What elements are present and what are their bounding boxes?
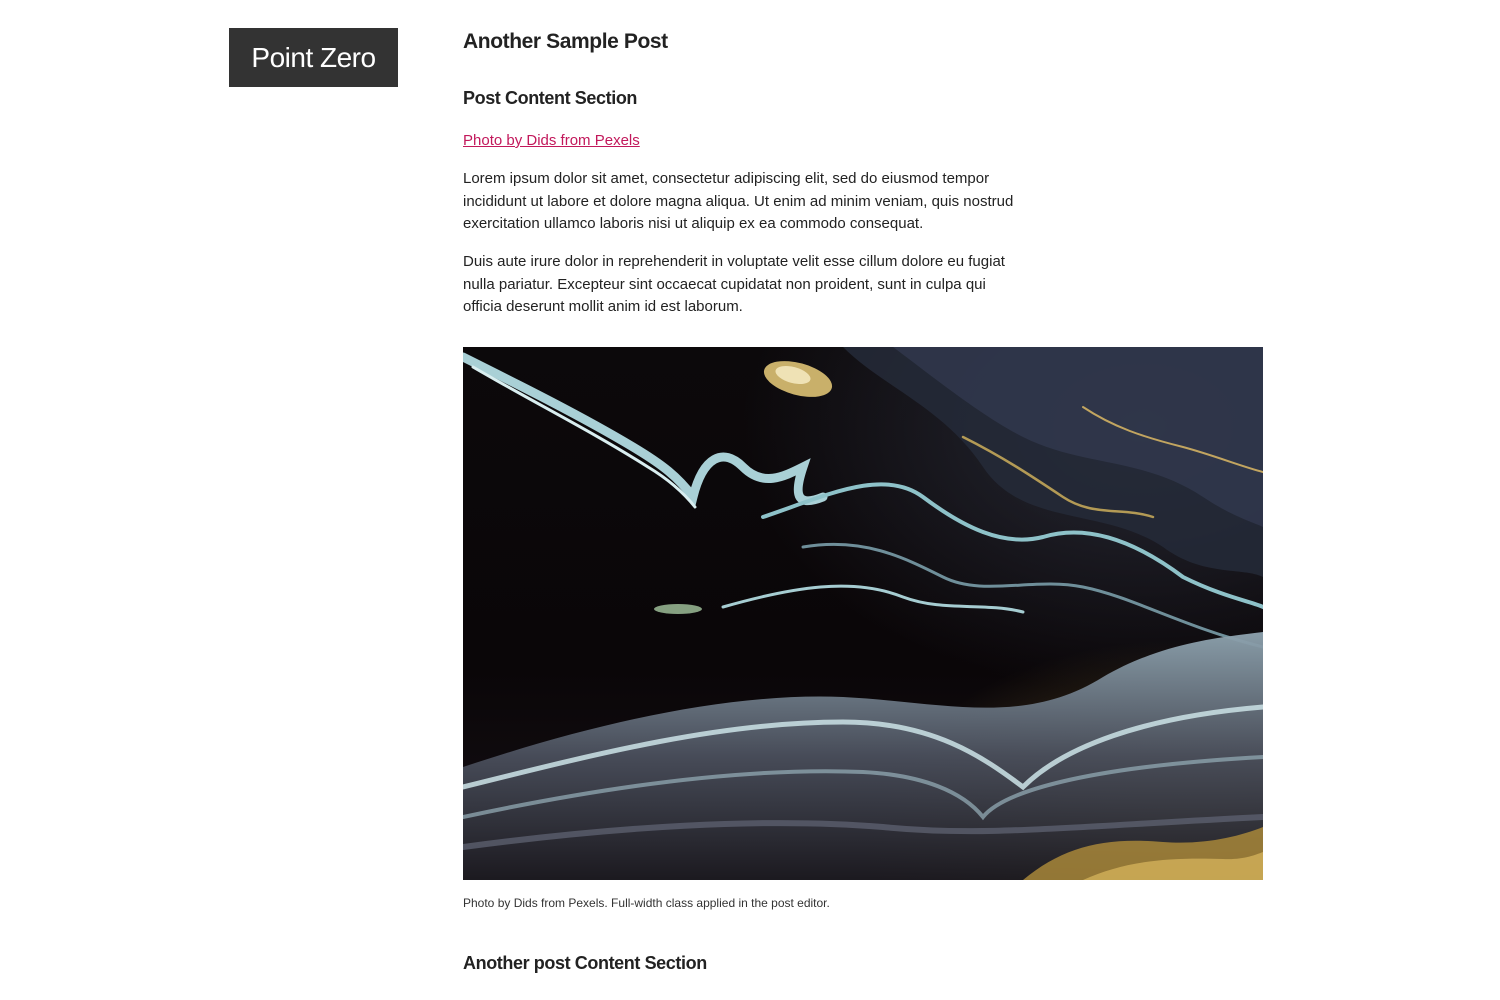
paragraph: Lorem ipsum dolor sit amet, consectetur …: [463, 170, 1014, 232]
paragraph: Duis aute irure dolor in reprehenderit i…: [463, 253, 1005, 315]
abstract-fluid-art-image: [463, 347, 1263, 880]
featured-image: [463, 347, 1263, 880]
post-title: Another Sample Post: [463, 30, 668, 53]
site-logo[interactable]: Point Zero: [229, 28, 398, 87]
figure-caption: Photo by Dids from Pexels. Full-width cl…: [463, 896, 830, 910]
photo-credit-link[interactable]: Photo by Dids from Pexels: [463, 132, 640, 149]
section-heading: Another post Content Section: [463, 953, 707, 973]
section-heading: Post Content Section: [463, 88, 638, 108]
